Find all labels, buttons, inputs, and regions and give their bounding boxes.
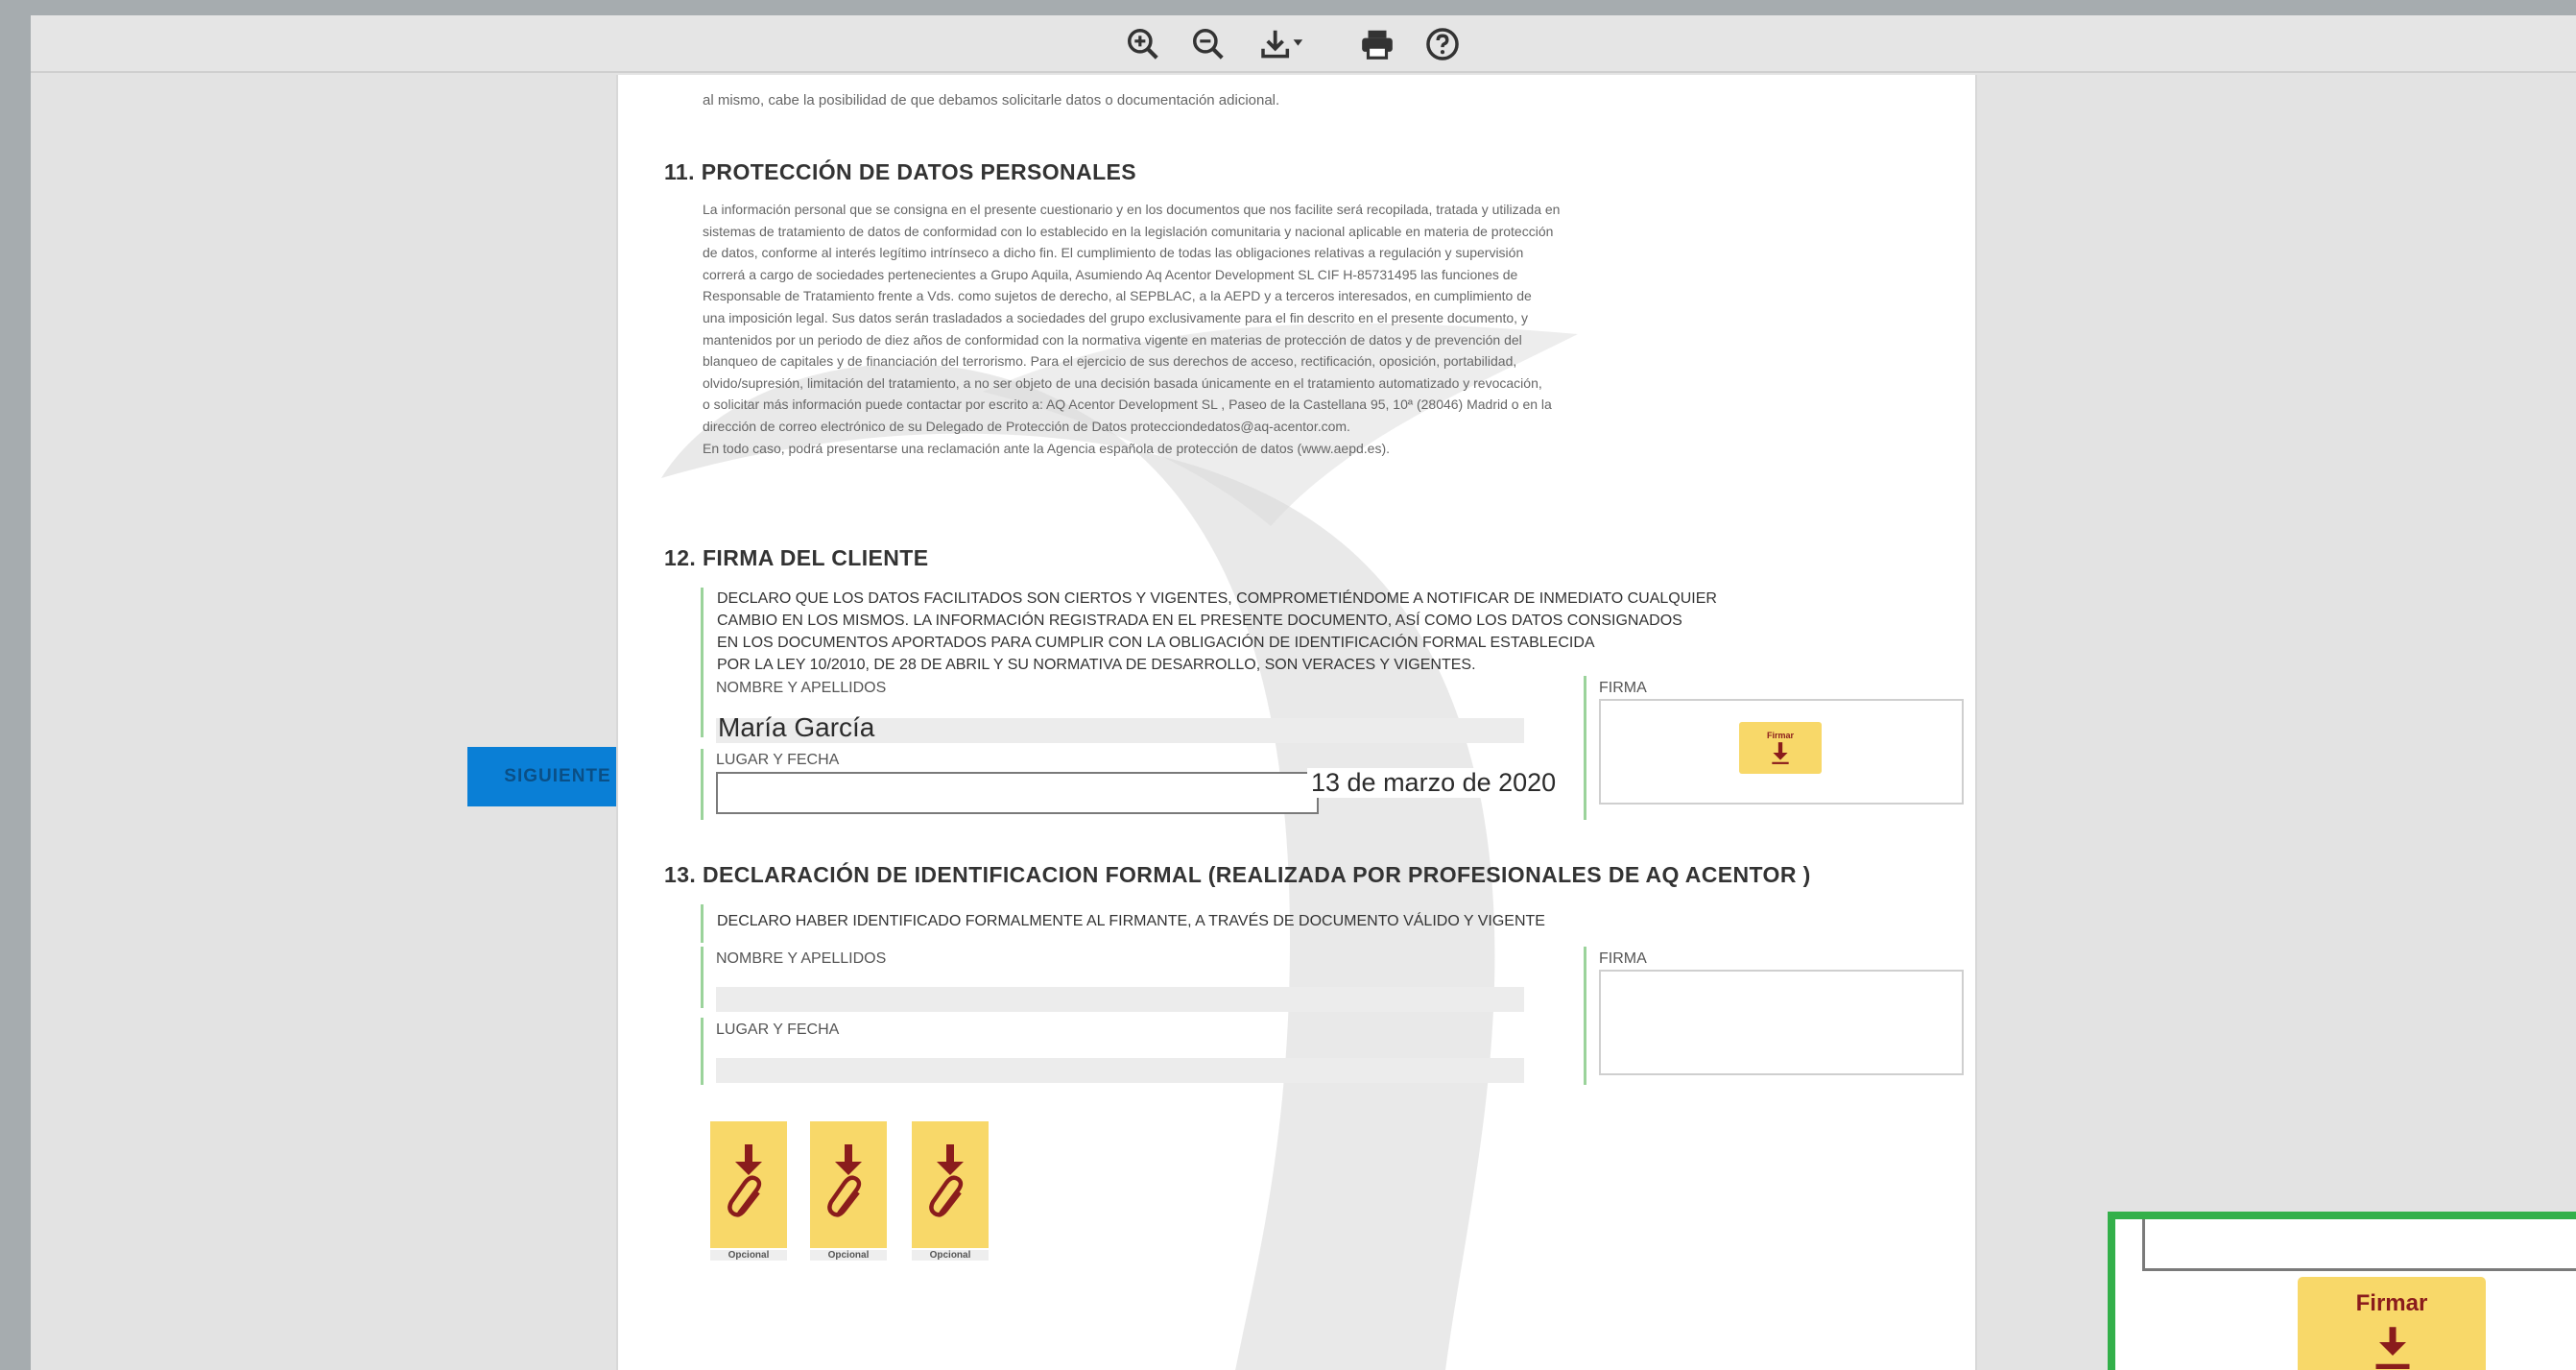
- client-name-label: NOMBRE Y APELLIDOS: [716, 680, 887, 696]
- document-page: al mismo, cabe la posibilidad de que deb…: [616, 75, 1977, 1370]
- legal-line: una imposición legal. Sus datos serán tr…: [703, 309, 1528, 325]
- arrow-down-icon: [1772, 742, 1789, 764]
- professional-place-date-field[interactable]: [716, 1058, 1524, 1083]
- professional-name-label: NOMBRE Y APELLIDOS: [716, 950, 887, 967]
- intro-paragraph: al mismo, cabe la posibilidad de que deb…: [703, 92, 1280, 108]
- client-place-date-input[interactable]: [716, 772, 1319, 814]
- legal-line: La información personal que se consigna …: [703, 202, 1561, 217]
- section-12-heading: 12. FIRMA DEL CLIENTE: [664, 545, 929, 570]
- legal-line: o solicitar más información puede contac…: [703, 397, 1552, 413]
- legal-line: sistemas de tratamiento de datos de conf…: [703, 223, 1554, 239]
- professional-signature-box[interactable]: [1599, 970, 1964, 1075]
- identification-declaration: DECLARO HABER IDENTIFICADO FORMALMENTE A…: [701, 904, 1900, 943]
- zoom-out-button[interactable]: [1184, 23, 1232, 65]
- professional-place-date-label: LUGAR Y FECHA: [716, 1021, 840, 1038]
- help-button[interactable]: [1419, 23, 1467, 65]
- client-place-date-label: LUGAR Y FECHA: [716, 752, 840, 768]
- declaration-line: POR LA LEY 10/2010, DE 28 DE ABRIL Y SU …: [717, 657, 1476, 673]
- section-11-heading: 11. PROTECCIÓN DE DATOS PERSONALES: [664, 159, 1137, 184]
- client-place-date-value: 13 de marzo de 2020: [1307, 768, 1557, 798]
- attachment-button-3[interactable]: [912, 1121, 989, 1248]
- professional-name-field[interactable]: [716, 987, 1524, 1012]
- print-button[interactable]: [1353, 23, 1401, 65]
- legal-line: de datos, conforme al interés legítimo i…: [703, 245, 1524, 261]
- legal-line: blanqueo de capitales y de financiación …: [703, 353, 1517, 370]
- client-signature-label: FIRMA: [1599, 680, 1647, 696]
- attachment-label-2: Opcional: [810, 1250, 887, 1261]
- attach-download-icon: [827, 1144, 862, 1217]
- declaration-line: DECLARO QUE LOS DATOS FACILITADOS SON CI…: [717, 590, 1717, 607]
- sign-button-label: Firmar: [1766, 731, 1794, 740]
- zoom-in-icon: [1128, 29, 1158, 60]
- legal-line: Responsable de Tratamiento frente a Vds.…: [703, 288, 1532, 304]
- signature-bar: [1584, 947, 1593, 1085]
- zoomed-sign-button[interactable]: Firmar: [2298, 1277, 2486, 1370]
- download-button[interactable]: [1252, 23, 1311, 65]
- pdf-toolbar: [31, 15, 2576, 73]
- zoomed-signature-box: [2142, 1219, 2576, 1271]
- print-icon: [1362, 30, 1393, 60]
- place-date-field-bar: [701, 1018, 710, 1085]
- name-field-bar: [701, 676, 710, 737]
- attachment-button-2[interactable]: [810, 1121, 887, 1248]
- attach-download-icon: [929, 1144, 964, 1217]
- arrow-down-icon: [2375, 1327, 2410, 1369]
- download-icon: [1261, 30, 1303, 59]
- legal-line: dirección de correo electrónico de su De…: [703, 418, 1350, 434]
- help-icon: [1426, 28, 1459, 60]
- place-date-field-bar: [701, 749, 710, 820]
- client-name-value: María García: [718, 712, 875, 742]
- pdf-viewer: SIGUIENTE al mismo, cabe la posibilidad …: [31, 15, 2576, 1370]
- zoom-in-button[interactable]: [1119, 23, 1167, 65]
- declaration-line: EN LOS DOCUMENTOS APORTADOS PARA CUMPLIR…: [717, 635, 1595, 651]
- section-13-heading: 13. DECLARACIÓN DE IDENTIFICACION FORMAL…: [664, 862, 1811, 887]
- name-field-bar: [701, 947, 710, 1008]
- legal-line: mantenidos por un periodo de diez años d…: [703, 331, 1522, 348]
- legal-line: En todo caso, podrá presentarse una recl…: [703, 440, 1391, 456]
- legal-line: olvido/supresión, limitación del tratami…: [703, 374, 1542, 391]
- identification-declaration-text: DECLARO HABER IDENTIFICADO FORMALMENTE A…: [717, 913, 1545, 929]
- signature-bar: [1584, 676, 1593, 820]
- professional-signature-label: FIRMA: [1599, 950, 1647, 967]
- attachment-label-3: Opcional: [912, 1250, 989, 1261]
- attachment-button-1[interactable]: [710, 1121, 787, 1248]
- data-protection-text: La información personal que se consigna …: [703, 199, 1883, 459]
- declaration-line: CAMBIO EN LOS MISMOS. LA INFORMACIÓN REG…: [717, 613, 1682, 629]
- legal-line: correrá a cargo de sociedades pertenecie…: [703, 266, 1518, 282]
- zoomed-sign-button-label: Firmar: [2355, 1290, 2428, 1316]
- zoom-out-icon: [1193, 29, 1224, 60]
- attachment-label-1: Opcional: [710, 1250, 787, 1261]
- client-declaration: DECLARO QUE LOS DATOS FACILITADOS SON CI…: [701, 588, 1900, 676]
- attach-download-icon: [727, 1144, 762, 1217]
- zoom-callout-highlight: Firmar: [2108, 1212, 2576, 1370]
- sign-button[interactable]: Firmar: [1739, 722, 1822, 774]
